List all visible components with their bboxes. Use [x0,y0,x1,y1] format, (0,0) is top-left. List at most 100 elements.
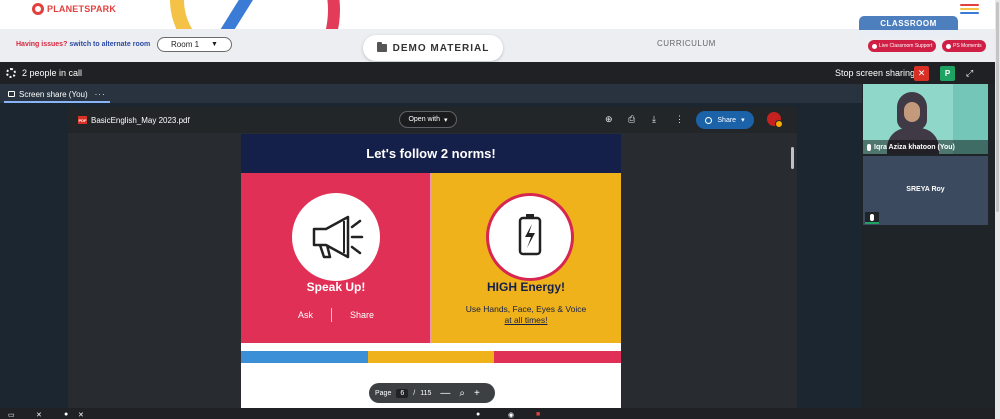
ask-share-row: Ask Share [241,308,431,322]
open-with-label: Open with [408,116,440,123]
file-name: BasicEnglish_May 2023.pdf [91,116,190,125]
page-label: Page [375,389,392,397]
megaphone-icon [292,193,380,281]
person-icon[interactable]: ● [476,411,480,418]
classroom-tab[interactable]: CLASSROOM [859,16,958,30]
logo-text: PLANETSPARK [47,4,117,14]
menu-line [960,4,979,6]
stop-sharing-label[interactable]: Stop screen sharing [835,68,915,78]
support-icon [872,43,877,49]
room-select-value: Room 1 [171,40,200,49]
pdf-viewer: PDF BasicEnglish_May 2023.pdf Open with … [68,107,797,408]
tab-screen-share[interactable]: Screen share (You) ··· [4,87,110,103]
divider [330,308,332,322]
menu-icon[interactable] [960,4,979,16]
page-number-input[interactable]: 6 [396,388,409,398]
record-icon[interactable]: ◉ [508,411,514,419]
more-vert-icon[interactable]: ⋮ [675,114,684,125]
logo-mark-icon [32,3,44,15]
participant-tile[interactable]: SREYA Roy [863,156,988,225]
folder-icon [376,42,387,52]
viewer-scrollbar[interactable] [791,147,794,169]
room-select[interactable]: Room 1 ▼ [157,37,232,52]
participant-initial-button[interactable]: P [940,66,955,81]
pdf-page: Let's follow 2 norms! Speak Up! Ask Shar… [241,134,621,408]
viewer-toolbar: PDF BasicEnglish_May 2023.pdf Open with … [68,107,797,133]
close-icon[interactable]: ✕ [36,411,42,419]
issues-text: Having issues? [16,41,68,48]
end-icon[interactable]: ■ [536,411,540,418]
moments-icon [946,43,951,49]
stripe-yellow [367,351,495,363]
caret-down-icon: ▼ [211,41,218,48]
caret-down-icon: ▾ [444,116,448,124]
stop-sharing-close-button[interactable]: ✕ [914,66,929,81]
ask-label: Ask [297,310,313,320]
microphone-icon [870,213,874,221]
account-avatar[interactable] [767,112,783,128]
ps-moments-button[interactable]: PS Moments [942,40,986,52]
menu-line [960,12,979,14]
page-total: 115 [420,389,432,397]
pdf-file-icon: PDF [78,116,87,124]
curriculum-tab[interactable]: CURRICULUM [657,39,716,48]
more-options-icon[interactable]: ··· [95,90,106,99]
ps-moments-label: PS Moments [953,43,982,49]
speak-up-heading: Speak Up! [306,280,366,294]
mic-icon[interactable]: ● [64,411,68,418]
demo-material-label: DEMO MATERIAL [392,42,490,54]
gear-icon[interactable] [6,68,16,78]
share-button[interactable]: Share ▾ [696,111,754,129]
share-label: Share [349,310,375,320]
panel-divider [430,173,431,343]
participant-name: SREYA Roy [906,186,945,193]
menu-line [960,8,979,10]
high-energy-heading: HIGH Energy! [486,280,565,294]
globe-icon [705,116,713,124]
switch-room-link[interactable]: switch to alternate room [69,41,150,48]
people-count: 2 people in call [22,68,83,78]
site-header: PLANETSPARK Having issues? switch to alt… [0,0,1000,62]
classroom-panel [859,30,958,38]
close-icon[interactable]: ✕ [78,411,84,419]
page-scrollbar[interactable] [995,0,1000,419]
color-stripes [241,351,621,363]
battery-icon [486,193,574,281]
caret-down-icon: ▾ [741,117,745,124]
live-support-label: Live Classroom Support [879,43,933,49]
page-navigator: Page 6 / 115 — ⌕ + [369,383,495,403]
live-classroom-support-button[interactable]: Live Classroom Support [868,40,937,52]
download-icon[interactable]: ⤓ [652,114,656,125]
planetspark-logo[interactable]: PLANETSPARK [32,3,116,15]
meet-window: 2 people in call Stop screen sharing ✕ P… [0,62,995,419]
add-to-drive-icon[interactable]: ⊕ [605,114,613,125]
stripe-blue [241,351,368,363]
participant-name: Iqra Aziza khatoon (You) [874,143,955,151]
open-with-button[interactable]: Open with ▾ [399,111,457,128]
description-line-underlined: at all times! [504,315,548,325]
slide-title: Let's follow 2 norms! [241,134,621,173]
scrollbar-thumb[interactable] [996,2,999,212]
participant-face [904,102,920,122]
high-energy-panel: HIGH Energy! Use Hands, Face, Eyes & Voi… [431,173,621,343]
participant-tile-self[interactable]: Iqra Aziza khatoon (You) [863,84,988,154]
description-line: Use Hands, Face, Eyes & Voice [465,304,587,314]
stripe-pink [494,351,621,363]
print-icon[interactable]: ⎙ [628,114,635,125]
high-energy-description: Use Hands, Face, Eyes & Voice at all tim… [431,304,621,326]
zoom-icon: ⌕ [459,387,465,399]
microphone-icon [867,143,871,151]
zoom-out-button[interactable]: — [440,388,450,399]
fullscreen-icon[interactable]: ⤢ [966,68,973,79]
meet-bottom-bar: ▭ ✕ ● ✕ ● ◉ ■ [0,408,995,419]
page-separator: / [413,389,416,397]
present-icon [8,91,15,97]
issues-notice: Having issues? switch to alternate room [16,41,150,48]
camera-icon[interactable]: ▭ [8,411,15,419]
demo-material-button[interactable]: DEMO MATERIAL [363,35,503,61]
participant-name-bar: Iqra Aziza khatoon (You) [863,140,988,154]
tab-label: Screen share (You) [19,89,88,99]
microphone-indicator [865,212,879,224]
zoom-in-button[interactable]: + [474,388,480,399]
share-label: Share [717,116,737,124]
